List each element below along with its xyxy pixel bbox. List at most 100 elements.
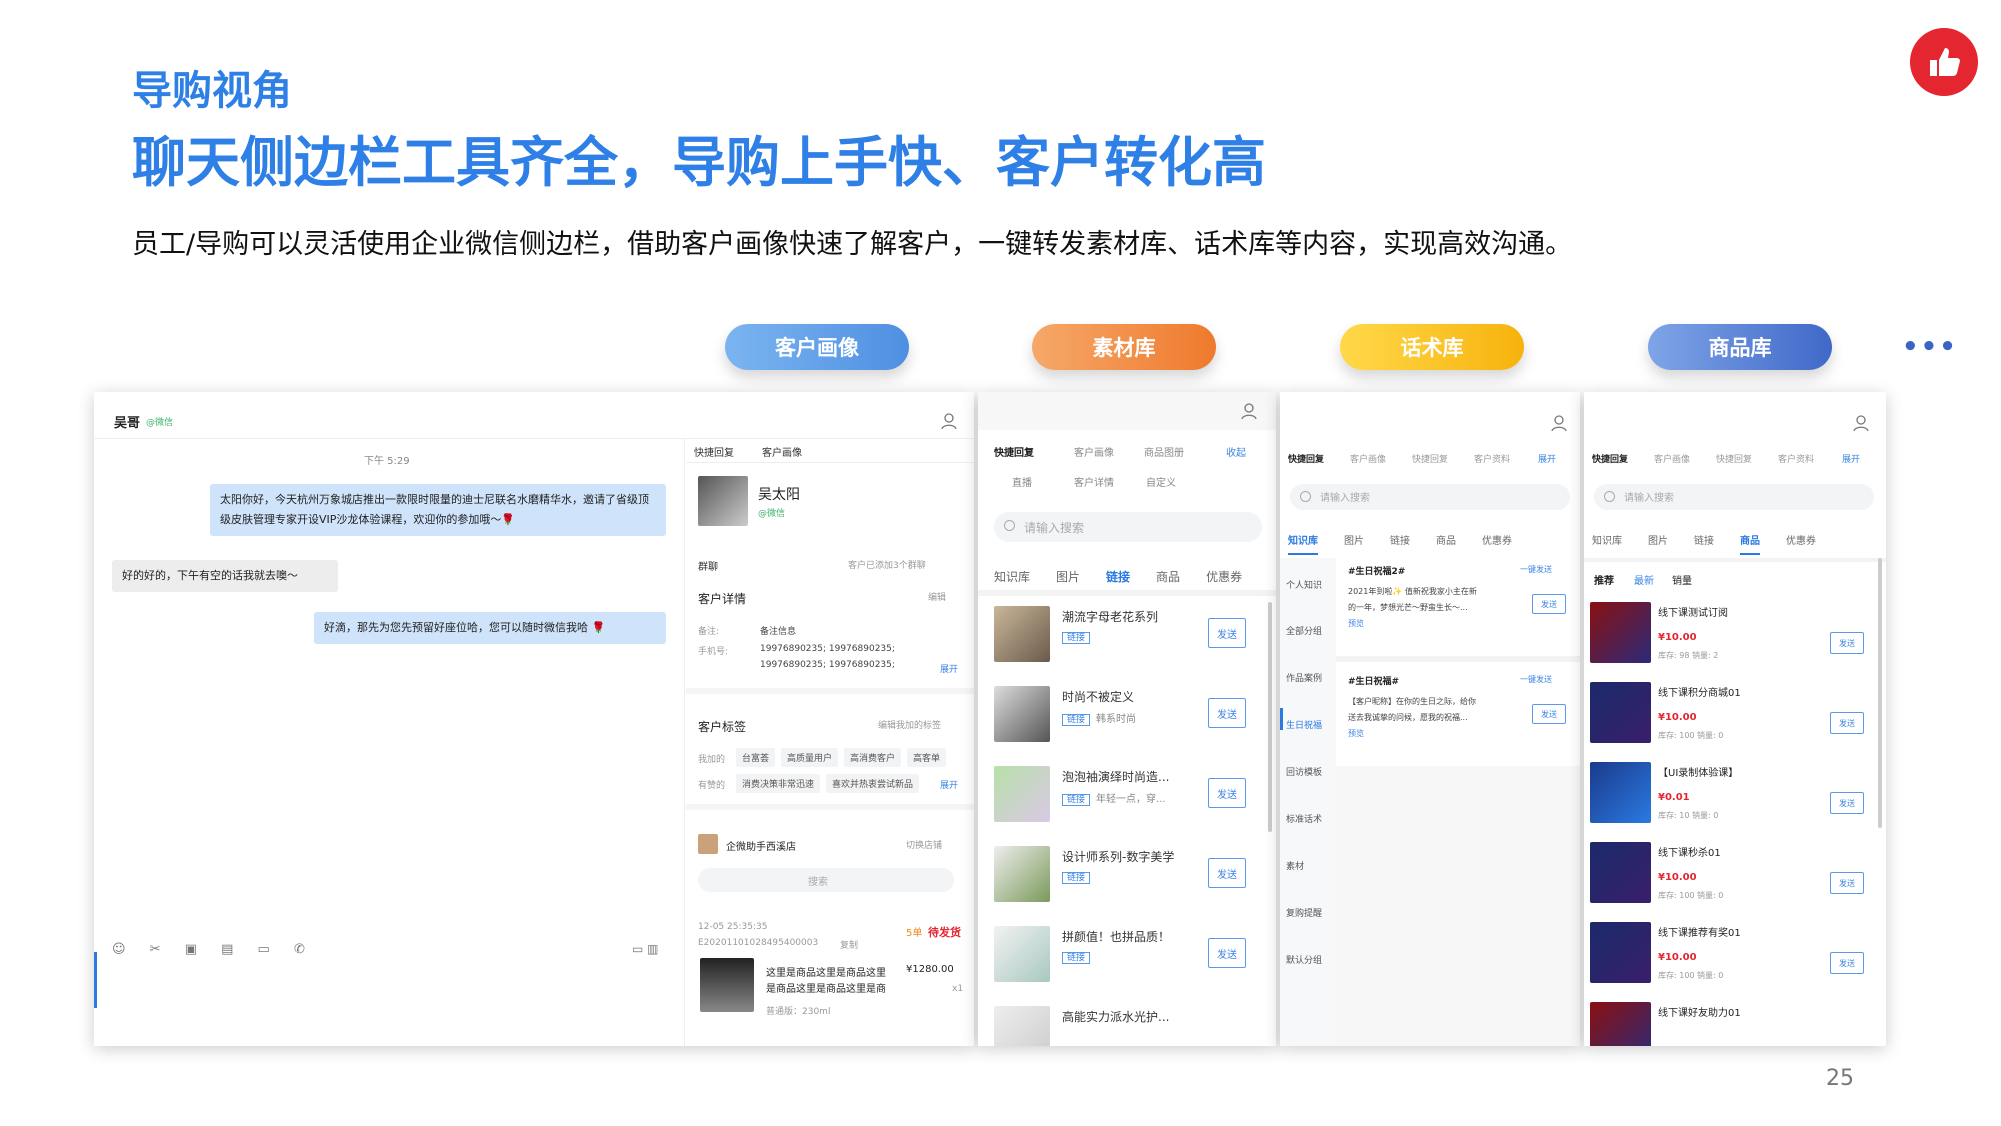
search-input[interactable]: 请输入搜索 [994,512,1262,542]
user-icon[interactable] [1240,402,1258,420]
phone-line: 19976890235; 19976890235; [760,644,895,654]
category-item[interactable]: 回访模板 [1286,765,1322,778]
send-all-link[interactable]: 一键发送 [1520,564,1552,575]
user-icon[interactable] [940,412,958,430]
tab-product-album[interactable]: 商品图册 [1144,444,1184,459]
send-all-link[interactable]: 一键发送 [1520,674,1552,685]
tab-knowledge[interactable]: 知识库 [1592,536,1622,547]
chat-time: 下午 5:29 [364,456,410,467]
chat-toolbar[interactable]: ☺ ✂ ▣ ▤ ▭ ✆ [112,942,315,957]
category-item[interactable]: 作品案例 [1286,671,1322,684]
item-thumbnail [994,606,1050,662]
item-thumbnail [994,926,1050,982]
tab-quick-reply[interactable]: 快捷回复 [994,444,1034,459]
collapse-link[interactable]: 收起 [1226,444,1246,459]
tab-coupons[interactable]: 优惠券 [1482,536,1512,547]
send-button[interactable]: 发送 [1208,858,1246,888]
pill-customer-portrait[interactable]: 客户画像 [725,324,909,370]
tab-coupons[interactable]: 优惠券 [1206,570,1242,584]
script-text: 送去我诚挚的问候，愿我的祝福... [1348,713,1468,722]
tab-customer-info[interactable]: 客户资料 [1778,452,1814,465]
tab-custom[interactable]: 自定义 [1146,474,1176,489]
tags-edit-link[interactable]: 编辑我加的标签 [878,718,941,731]
tab-live[interactable]: 直播 [1012,474,1032,489]
scrollbar[interactable] [1878,558,1882,828]
send-button[interactable]: 发送 [1830,872,1864,894]
input-cursor [94,952,97,1008]
tab-quick-reply[interactable]: 快捷回复 [1592,452,1628,465]
tab-knowledge[interactable]: 知识库 [994,570,1030,584]
tab-customer-info[interactable]: 客户资料 [1474,452,1510,465]
tab-links[interactable]: 链接 [1390,536,1410,547]
tab-images[interactable]: 图片 [1344,536,1364,547]
send-button[interactable]: 发送 [1830,792,1864,814]
tab-quick-reply[interactable]: 快捷回复 [694,444,734,459]
group-value[interactable]: 客户已添加3个群聊 [848,558,926,571]
user-icon[interactable] [1852,414,1870,432]
tab-customer-portrait[interactable]: 客户画像 [1074,444,1114,459]
pill-product-library[interactable]: 商品库 [1648,324,1832,370]
send-button[interactable]: 发送 [1208,778,1246,808]
more-icon[interactable]: ••• [1902,332,1958,362]
send-button[interactable]: 发送 [1208,618,1246,648]
expand-link[interactable]: 展开 [1842,452,1860,465]
send-button[interactable]: 发送 [1830,712,1864,734]
user-icon[interactable] [1550,414,1568,432]
shop-avatar [698,834,718,854]
pill-material-library[interactable]: 素材库 [1032,324,1216,370]
category-item[interactable]: 复购提醒 [1286,906,1322,919]
preview-link[interactable]: 预览 [1348,618,1364,629]
expand-link[interactable]: 展开 [1538,452,1556,465]
message-bubble: 好滴，那先为您先预留好座位哈，您可以随时微信我哈 🌹 [314,612,666,644]
category-item[interactable]: 默认分组 [1286,953,1322,966]
tab-knowledge[interactable]: 知识库 [1288,536,1318,555]
sort-sales[interactable]: 销量 [1672,572,1692,587]
switch-shop-link[interactable]: 切换店铺 [906,838,942,851]
send-button[interactable]: 发送 [1532,594,1566,614]
edit-link[interactable]: 编辑 [928,590,946,603]
tab-links[interactable]: 链接 [1106,570,1131,592]
customer-tag: 喜欢并热衷尝试新品 [826,774,920,793]
tab-quick-reply[interactable]: 快捷回复 [1288,452,1324,465]
send-button[interactable]: 发送 [1208,938,1246,968]
screen-icon[interactable]: ▭ ▥ [632,942,659,956]
category-item[interactable]: 素材 [1286,859,1304,872]
tab-images[interactable]: 图片 [1648,536,1668,547]
product-price: ¥0.01 [1658,792,1690,803]
copy-link[interactable]: 复制 [840,938,858,951]
tab-images[interactable]: 图片 [1056,570,1080,584]
tab-products[interactable]: 商品 [1436,536,1456,547]
shop-search-input[interactable]: 搜索 [698,868,954,892]
tab-links[interactable]: 链接 [1694,536,1714,547]
search-input[interactable]: 请输入搜索 [1290,484,1570,510]
search-input[interactable]: 请输入搜索 [1594,484,1874,510]
expand-link[interactable]: 展开 [940,662,958,675]
tab-products[interactable]: 商品 [1740,536,1760,555]
tab-quick-reply-2[interactable]: 快捷回复 [1412,452,1448,465]
expand-link[interactable]: 展开 [940,778,958,791]
send-button[interactable]: 发送 [1830,632,1864,654]
tab-quick-reply-2[interactable]: 快捷回复 [1716,452,1752,465]
category-item[interactable]: 个人知识 [1286,578,1322,591]
category-item[interactable]: 标准话术 [1286,812,1322,825]
send-button[interactable]: 发送 [1830,952,1864,974]
script-card: #生日祝福2# 一键发送 2021年到啦✨ 值新祝我家小主在新 的一年，梦想光芒… [1342,562,1574,650]
script-card: #生日祝福# 一键发送 【客户昵称】在你的生日之际，给你 送去我诚挚的问候，愿我… [1342,672,1574,760]
product-price: ¥10.00 [1658,872,1697,883]
tab-coupons[interactable]: 优惠券 [1786,536,1816,547]
preview-link[interactable]: 预览 [1348,728,1364,739]
tab-customer-details[interactable]: 客户详情 [1074,474,1114,489]
sort-recommended[interactable]: 推荐 [1594,572,1614,587]
scrollbar[interactable] [1268,602,1272,832]
tab-products[interactable]: 商品 [1156,570,1180,584]
link-tag: 链接 [1062,794,1091,806]
tab-customer-portrait[interactable]: 客户画像 [762,444,802,459]
tab-customer-portrait[interactable]: 客户画像 [1654,452,1690,465]
send-button[interactable]: 发送 [1532,704,1566,724]
send-button[interactable]: 发送 [1208,698,1246,728]
category-item-active[interactable]: 生日祝福 [1286,718,1322,731]
tab-customer-portrait[interactable]: 客户画像 [1350,452,1386,465]
sort-newest[interactable]: 最新 [1634,572,1654,587]
pill-script-library[interactable]: 话术库 [1340,324,1524,370]
category-item[interactable]: 全部分组 [1286,624,1322,637]
